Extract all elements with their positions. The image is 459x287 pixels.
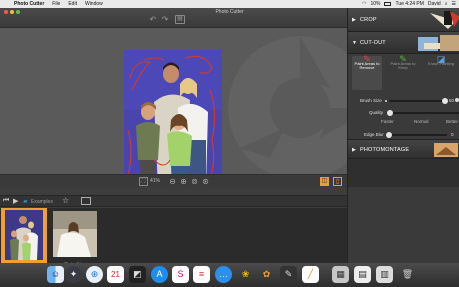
save-icon[interactable]: ▤ bbox=[175, 15, 185, 24]
user-name[interactable]: David bbox=[428, 1, 441, 7]
cutout-label: CUT-OUT bbox=[360, 40, 386, 46]
panel-empty-area bbox=[348, 159, 459, 187]
menu-file[interactable]: File bbox=[48, 1, 64, 7]
documents-stack-icon[interactable]: ▥ bbox=[376, 266, 393, 283]
edge-blur-slider-track[interactable] bbox=[389, 134, 447, 136]
brush-size-slider-knob[interactable] bbox=[442, 98, 449, 104]
zoom-out-icon[interactable]: ⊖ bbox=[168, 177, 177, 186]
brush-size-min-dot bbox=[385, 100, 387, 102]
crop-section-header[interactable]: ▶ CROP bbox=[348, 8, 459, 32]
play-slideshow-icon[interactable]: ▶ bbox=[13, 197, 18, 205]
menu-bar: Photo Cutter File Edit Window ◠ 10% Tue … bbox=[0, 0, 459, 8]
photo-editor-icon[interactable]: ✎ bbox=[280, 266, 297, 283]
dock: ☺ ✦ ⊕ 21 ◩ A S ≡ … ❀ ✿ ✎ ╱ ▦ ▤ ▥ 🗑 bbox=[0, 263, 459, 287]
launchpad-icon[interactable]: ✦ bbox=[65, 266, 82, 283]
tools-panel: ▶ CROP ▼ CUT-OUT ✎ Paint Areas to Remove… bbox=[347, 8, 459, 263]
fit-to-window-icon[interactable]: ⛶ bbox=[139, 177, 148, 186]
menu-app-name[interactable]: Photo Cutter bbox=[10, 1, 48, 7]
brush-size-slider-track[interactable] bbox=[389, 100, 447, 102]
photomontage-label: PHOTOMONTAGE bbox=[360, 147, 410, 153]
zoom-in-icon[interactable]: ⊕ bbox=[179, 177, 188, 186]
paint-keep-tool[interactable]: ✎ Paint Areas to Keep bbox=[388, 55, 418, 90]
edge-blur-value: 0 bbox=[451, 132, 454, 137]
downloads-stack-icon[interactable]: ▤ bbox=[354, 266, 371, 283]
paint-keep-label: Paint Areas to Keep bbox=[390, 60, 416, 70]
undo-icon[interactable]: ↶ bbox=[148, 15, 158, 24]
thumbnail-2-image bbox=[53, 211, 97, 257]
wifi-icon[interactable]: ◠ bbox=[362, 1, 366, 7]
menu-edit[interactable]: Edit bbox=[64, 1, 81, 7]
photomontage-section-header[interactable]: ▶ PHOTOMONTAGE bbox=[348, 139, 459, 159]
brush-size-label: Brush Size bbox=[360, 98, 382, 103]
calendar-icon[interactable]: 21 bbox=[107, 266, 124, 283]
compare-view-icon[interactable]: ◫ bbox=[320, 177, 329, 186]
battery-icon bbox=[384, 2, 392, 6]
cutout-section-header[interactable]: ▼ CUT-OUT bbox=[348, 32, 459, 54]
photo-cutter-dock-icon[interactable]: ◩ bbox=[129, 266, 146, 283]
pages-icon[interactable]: ✿ bbox=[258, 266, 275, 283]
editing-canvas[interactable] bbox=[0, 28, 347, 174]
finder-icon[interactable]: ☺ bbox=[47, 266, 64, 283]
highlight-icon[interactable]: ╱ bbox=[302, 266, 319, 283]
first-photo-icon[interactable]: ⏮ bbox=[3, 197, 9, 205]
clock[interactable]: Tue 4:24 PM bbox=[395, 1, 423, 7]
notification-center-icon[interactable]: ☰ bbox=[452, 1, 456, 7]
edge-blur-row: Edge Blur 0 bbox=[348, 131, 459, 139]
folder-icon: ▰ bbox=[23, 199, 28, 205]
app-store-icon[interactable]: A bbox=[151, 266, 168, 283]
zoom-level: 41% bbox=[150, 178, 161, 184]
photo-being-edited[interactable] bbox=[124, 50, 222, 174]
zoom-actual-size-icon[interactable]: ⊚ bbox=[190, 177, 199, 186]
erase-painting-tool[interactable]: ◪ Erase Painting bbox=[426, 55, 456, 90]
crop-section-artwork bbox=[430, 11, 459, 29]
trash-icon[interactable]: 🗑 bbox=[399, 266, 416, 283]
thumbnail-photo-2[interactable]: Photo_2.jpg bbox=[52, 211, 98, 269]
expand-arrow-icon: ▶ bbox=[352, 17, 356, 23]
split-view-icon[interactable]: ▯ bbox=[333, 177, 342, 186]
cutout-section-artwork bbox=[418, 35, 459, 51]
quality-option-faster[interactable]: Faster bbox=[381, 119, 394, 124]
menu-window[interactable]: Window bbox=[81, 1, 107, 7]
preview-icon[interactable]: ▦ bbox=[332, 266, 349, 283]
folder-name[interactable]: Examples bbox=[31, 199, 53, 205]
zoom-fit-icon[interactable]: ⊛ bbox=[201, 177, 210, 186]
quality-option-better[interactable]: Better bbox=[446, 119, 458, 124]
quality-label: Quality bbox=[369, 110, 384, 115]
safari-icon[interactable]: ⊕ bbox=[86, 266, 103, 283]
quality-slider-track[interactable] bbox=[389, 112, 459, 114]
photomontage-section-artwork bbox=[434, 143, 458, 157]
quality-slider-knob[interactable] bbox=[387, 110, 394, 116]
brush-size-value: 50 bbox=[449, 98, 455, 103]
erase-painting-label: Erase Painting bbox=[427, 60, 454, 66]
redo-icon[interactable]: ↷ bbox=[160, 15, 170, 24]
battery-percent[interactable]: 10% bbox=[370, 1, 380, 7]
crop-label: CROP bbox=[360, 17, 377, 23]
butterfly-app-icon[interactable]: ❀ bbox=[237, 266, 254, 283]
photostyler-icon[interactable]: S bbox=[172, 266, 189, 283]
paint-tools-group: ✎ Paint Areas to Remove ✎ Paint Areas to… bbox=[348, 54, 459, 94]
quality-row: Quality Faster Normal Better bbox=[348, 109, 459, 129]
brush-size-max-dot bbox=[455, 98, 459, 102]
open-folder-icon[interactable] bbox=[81, 197, 91, 205]
thumbnail-photo-1[interactable]: Photo_1.jpg bbox=[1, 208, 47, 270]
thumbnail-1-image bbox=[5, 210, 43, 260]
edge-blur-slider-knob[interactable] bbox=[386, 132, 392, 138]
paint-remove-tool[interactable]: ✎ Paint Areas to Remove bbox=[352, 55, 382, 90]
edge-blur-label: Edge Blur bbox=[364, 132, 384, 137]
quality-option-normal[interactable]: Normal bbox=[414, 119, 429, 124]
messages-icon[interactable]: … bbox=[215, 266, 232, 283]
todoist-icon[interactable]: ≡ bbox=[193, 266, 210, 283]
expand-arrow-icon: ▶ bbox=[352, 147, 356, 153]
spotlight-icon[interactable]: ⌕ bbox=[445, 1, 448, 7]
favorite-star-icon[interactable]: ☆ bbox=[62, 196, 69, 205]
collapse-arrow-icon: ▼ bbox=[352, 40, 357, 46]
brush-size-row: Brush Size 50 bbox=[348, 97, 459, 105]
zoom-toolbar: ⛶ 41% ⊖ ⊕ ⊚ ⊛ ◫ ▯ bbox=[0, 174, 347, 187]
paint-remove-label: Paint Areas to Remove bbox=[354, 60, 380, 70]
